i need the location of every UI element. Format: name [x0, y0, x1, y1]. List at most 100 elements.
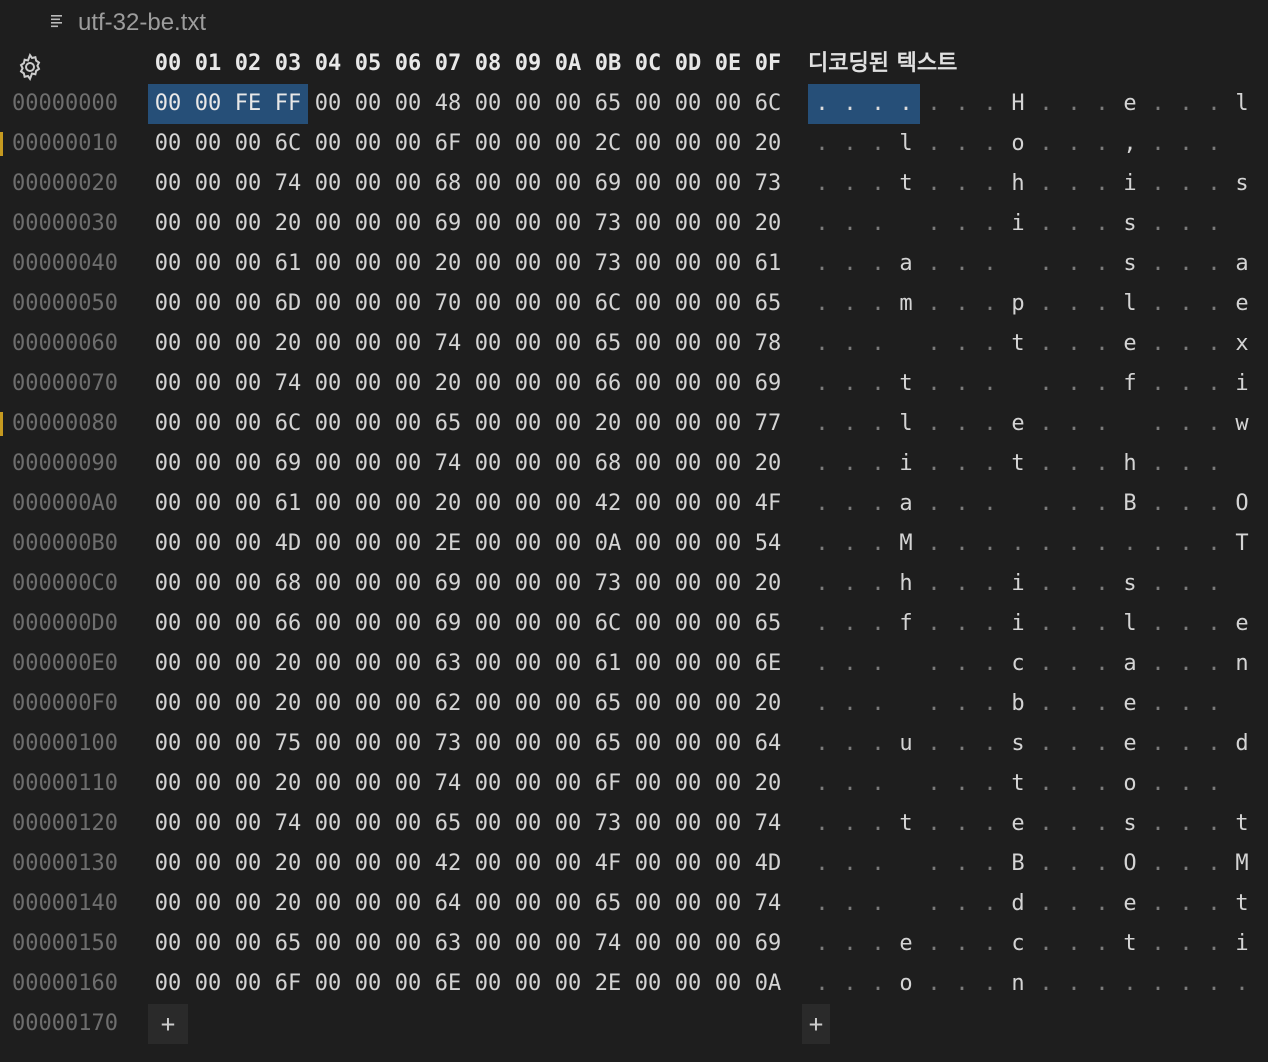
decoded-char[interactable]: .: [808, 84, 836, 124]
decoded-char[interactable]: .: [1032, 764, 1060, 804]
decoded-char[interactable]: M: [892, 524, 920, 564]
hex-byte[interactable]: 00: [508, 244, 548, 284]
hex-byte[interactable]: 00: [548, 684, 588, 724]
hex-byte[interactable]: 68: [588, 444, 628, 484]
hex-grid[interactable]: 00000000 00. 00. FE. FF. 00. 00. 00. 48 H 00. 00. 00…: [0, 84, 1268, 1044]
hex-byte[interactable]: 00: [708, 564, 748, 604]
hex-byte[interactable]: 00: [308, 124, 348, 164]
hex-byte[interactable]: 00: [388, 404, 428, 444]
decoded-char[interactable]: .: [1144, 884, 1172, 924]
decoded-char[interactable]: e: [1228, 284, 1256, 324]
decoded-char[interactable]: .: [920, 324, 948, 364]
hex-byte[interactable]: 00: [148, 164, 188, 204]
decoded-char[interactable]: [892, 644, 920, 684]
decoded-char[interactable]: .: [1116, 964, 1144, 1004]
hex-byte[interactable]: 20: [268, 644, 308, 684]
hex-byte[interactable]: 00: [308, 524, 348, 564]
hex-byte[interactable]: 00: [188, 324, 228, 364]
hex-byte[interactable]: 00: [628, 844, 668, 884]
decoded-char[interactable]: .: [948, 884, 976, 924]
decoded-char[interactable]: .: [864, 884, 892, 924]
decoded-char[interactable]: m: [892, 284, 920, 324]
hex-byte[interactable]: 74: [748, 804, 788, 844]
decoded-char[interactable]: s: [1116, 804, 1144, 844]
decoded-char[interactable]: .: [1032, 364, 1060, 404]
hex-byte[interactable]: 00: [708, 924, 748, 964]
decoded-char[interactable]: .: [1032, 724, 1060, 764]
hex-byte[interactable]: 70: [428, 284, 468, 324]
decoded-char[interactable]: .: [836, 244, 864, 284]
decoded-char[interactable]: p: [1004, 284, 1032, 324]
decoded-char[interactable]: .: [1144, 124, 1172, 164]
hex-byte[interactable]: 00: [348, 684, 388, 724]
decoded-char[interactable]: e: [892, 924, 920, 964]
hex-byte[interactable]: 00: [508, 684, 548, 724]
decoded-char[interactable]: .: [1144, 324, 1172, 364]
decoded-char[interactable]: e: [1116, 884, 1144, 924]
hex-byte[interactable]: 61: [588, 644, 628, 684]
decoded-char[interactable]: .: [1060, 404, 1088, 444]
hex-byte[interactable]: 00: [348, 964, 388, 1004]
decoded-char[interactable]: w: [1228, 404, 1256, 444]
hex-byte[interactable]: 20: [428, 244, 468, 284]
hex-byte[interactable]: 74: [428, 324, 468, 364]
decoded-char[interactable]: .: [920, 724, 948, 764]
decoded-char[interactable]: .: [920, 84, 948, 124]
hex-byte[interactable]: 20: [748, 564, 788, 604]
hex-byte[interactable]: 68: [268, 564, 308, 604]
hex-byte[interactable]: 00: [628, 404, 668, 444]
decoded-char[interactable]: .: [1144, 804, 1172, 844]
decoded-char[interactable]: .: [976, 644, 1004, 684]
decoded-char[interactable]: .: [808, 124, 836, 164]
decoded-char[interactable]: .: [920, 564, 948, 604]
decoded-char[interactable]: .: [1088, 164, 1116, 204]
hex-byte[interactable]: 65: [748, 284, 788, 324]
hex-byte[interactable]: 00: [348, 444, 388, 484]
hex-byte[interactable]: 20: [428, 484, 468, 524]
hex-byte[interactable]: 00: [628, 964, 668, 1004]
hex-byte[interactable]: 00: [708, 364, 748, 404]
decoded-char[interactable]: .: [948, 644, 976, 684]
decoded-char[interactable]: .: [1060, 444, 1088, 484]
hex-byte[interactable]: 00: [308, 844, 348, 884]
decoded-char[interactable]: .: [1144, 964, 1172, 1004]
decoded-char[interactable]: .: [920, 284, 948, 324]
decoded-char[interactable]: .: [948, 364, 976, 404]
decoded-char[interactable]: .: [1172, 164, 1200, 204]
hex-byte[interactable]: 00: [228, 764, 268, 804]
decoded-char[interactable]: .: [1032, 284, 1060, 324]
decoded-char[interactable]: .: [836, 924, 864, 964]
decoded-char[interactable]: h: [892, 564, 920, 604]
hex-byte[interactable]: 00: [508, 284, 548, 324]
decoded-char[interactable]: o: [892, 964, 920, 1004]
hex-byte[interactable]: 00: [188, 924, 228, 964]
hex-byte[interactable]: 00: [388, 84, 428, 124]
decoded-char[interactable]: .: [864, 604, 892, 644]
decoded-char[interactable]: .: [948, 284, 976, 324]
hex-byte[interactable]: 4F: [588, 844, 628, 884]
decoded-char[interactable]: .: [920, 644, 948, 684]
decoded-char[interactable]: .: [1144, 604, 1172, 644]
hex-byte[interactable]: 00: [708, 204, 748, 244]
hex-byte[interactable]: 00: [668, 804, 708, 844]
decoded-char[interactable]: .: [1088, 724, 1116, 764]
decoded-char[interactable]: c: [1004, 644, 1032, 684]
hex-byte[interactable]: 00: [188, 724, 228, 764]
hex-byte[interactable]: 00: [708, 284, 748, 324]
hex-byte[interactable]: 61: [748, 244, 788, 284]
decoded-char[interactable]: .: [948, 924, 976, 964]
hex-byte[interactable]: 00: [548, 204, 588, 244]
hex-byte[interactable]: 00: [668, 164, 708, 204]
decoded-char[interactable]: .: [1144, 644, 1172, 684]
hex-byte[interactable]: 00: [228, 364, 268, 404]
decoded-char[interactable]: .: [836, 484, 864, 524]
decoded-char[interactable]: .: [1172, 364, 1200, 404]
hex-byte[interactable]: 2E: [428, 524, 468, 564]
decoded-char[interactable]: .: [948, 964, 976, 1004]
decoded-char[interactable]: .: [1200, 484, 1228, 524]
decoded-char[interactable]: .: [864, 644, 892, 684]
decoded-char[interactable]: .: [948, 724, 976, 764]
decoded-char[interactable]: .: [1144, 204, 1172, 244]
decoded-char[interactable]: .: [864, 284, 892, 324]
decoded-char[interactable]: .: [1144, 724, 1172, 764]
